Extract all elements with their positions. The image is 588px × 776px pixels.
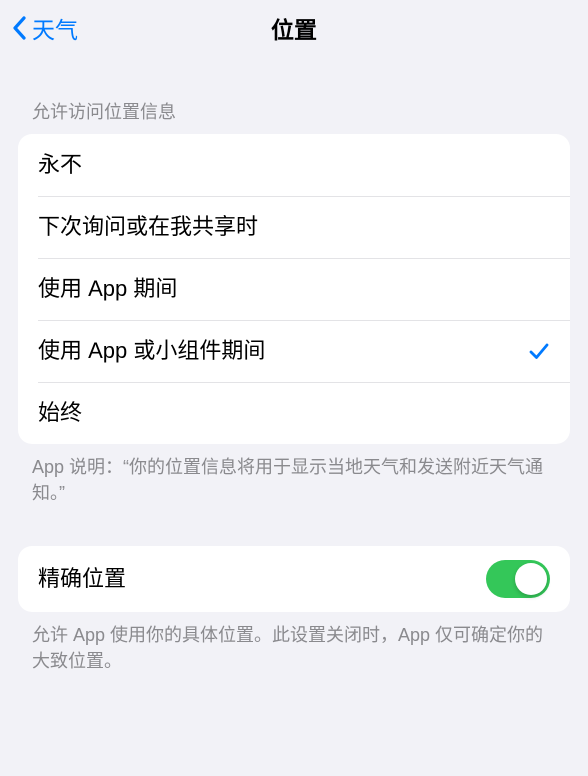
nav-bar: 天气 位置 [0, 0, 588, 56]
options-group: 永不 下次询问或在我共享时 使用 App 期间 使用 App 或小组件期间 始终 [18, 134, 570, 444]
option-label: 下次询问或在我共享时 [38, 197, 550, 258]
toggle-knob [515, 563, 547, 595]
precise-label: 精确位置 [38, 549, 486, 610]
back-label: 天气 [32, 11, 78, 45]
option-ask-next[interactable]: 下次询问或在我共享时 [18, 196, 570, 258]
option-always[interactable]: 始终 [18, 382, 570, 444]
back-button[interactable]: 天气 [0, 11, 78, 45]
section-location-access: 允许访问位置信息 永不 下次询问或在我共享时 使用 App 期间 使用 App … [0, 98, 588, 506]
option-label: 使用 App 期间 [38, 259, 550, 320]
option-while-using-or-widgets[interactable]: 使用 App 或小组件期间 [18, 320, 570, 382]
option-while-using[interactable]: 使用 App 期间 [18, 258, 570, 320]
chevron-left-icon [10, 14, 28, 42]
precise-toggle[interactable] [486, 560, 550, 598]
section-footer: App 说明：“你的位置信息将用于显示当地天气和发送附近天气通知。” [0, 444, 588, 506]
checkmark-icon [528, 340, 550, 362]
section-header: 允许访问位置信息 [0, 98, 588, 134]
section-footer: 允许 App 使用你的具体位置。此设置关闭时，App 仅可确定你的大致位置。 [0, 612, 588, 674]
page-title: 位置 [0, 11, 588, 45]
option-label: 使用 App 或小组件期间 [38, 321, 518, 382]
precise-group: 精确位置 [18, 546, 570, 612]
section-precise-location: 精确位置 允许 App 使用你的具体位置。此设置关闭时，App 仅可确定你的大致… [0, 546, 588, 674]
precise-location-row[interactable]: 精确位置 [18, 546, 570, 612]
option-never[interactable]: 永不 [18, 134, 570, 196]
option-label: 始终 [38, 383, 550, 444]
option-label: 永不 [38, 135, 550, 196]
